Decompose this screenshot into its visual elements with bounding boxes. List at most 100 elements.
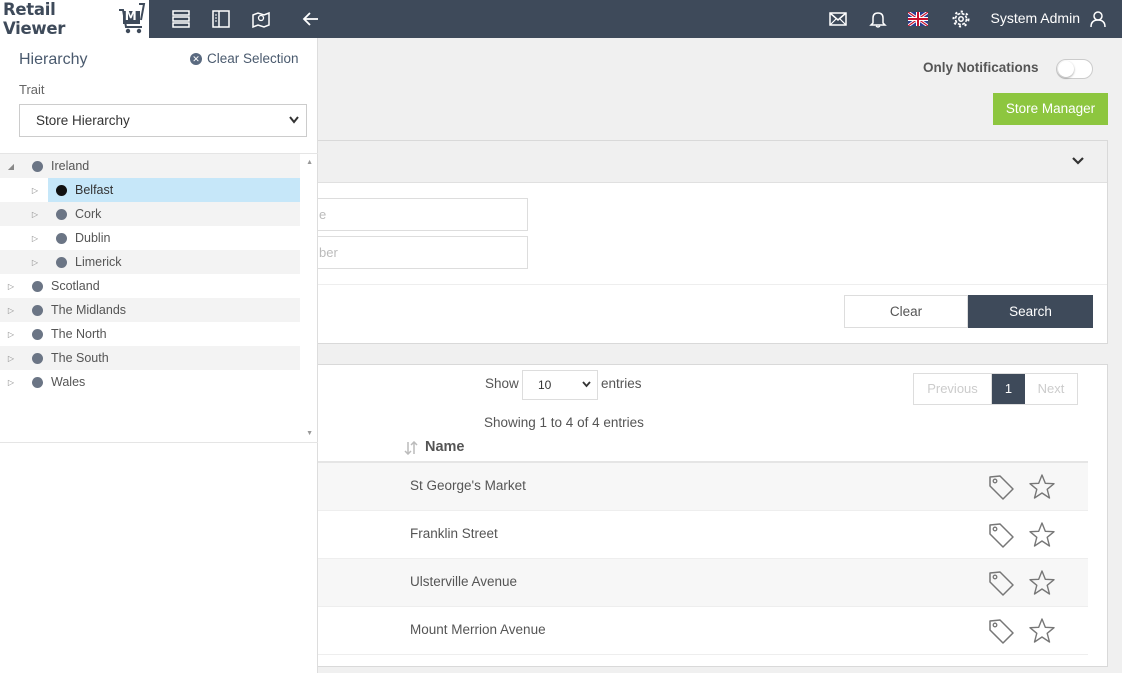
star-icon[interactable] — [1028, 617, 1056, 648]
sidebar-icon[interactable] — [211, 9, 231, 29]
trait-select[interactable]: Store Hierarchy — [19, 104, 307, 137]
table-row[interactable]: Franklin Street — [301, 511, 1088, 559]
page-size-select[interactable]: 10 — [522, 370, 598, 400]
only-notifications-label: Only Notifications — [923, 60, 1039, 75]
tree-node-limerick[interactable]: ▷ Limerick — [0, 250, 300, 274]
chevron-down-icon — [288, 105, 300, 148]
chevron-down-icon[interactable] — [1071, 154, 1085, 171]
sort-icon[interactable] — [404, 440, 418, 458]
tree-node-label: Scotland — [51, 279, 100, 293]
table-row[interactable]: Ulsterville Avenue — [301, 559, 1088, 607]
expand-arrow-icon[interactable]: ▷ — [6, 306, 16, 315]
tree-node-label: The North — [51, 327, 107, 341]
node-dot-icon — [32, 376, 43, 388]
star-icon[interactable] — [1028, 521, 1056, 552]
expand-arrow-icon[interactable]: ▷ — [30, 258, 40, 267]
tree-node-belfast[interactable]: ▷ Belfast — [0, 178, 300, 202]
expand-arrow-icon[interactable]: ▷ — [6, 330, 16, 339]
expand-arrow-icon[interactable]: ▷ — [6, 354, 16, 363]
page-1-button[interactable]: 1 — [992, 374, 1025, 404]
previous-page-button[interactable]: Previous — [914, 374, 992, 404]
tree-node-scotland[interactable]: ▷ Scotland — [0, 274, 300, 298]
store-manager-button[interactable]: Store Manager — [993, 93, 1108, 125]
map-icon[interactable] — [251, 9, 271, 29]
table-header: Name — [301, 433, 1088, 463]
table-row[interactable]: St George's Market — [301, 463, 1088, 511]
node-dot-icon — [32, 352, 43, 364]
clear-button[interactable]: Clear — [844, 295, 968, 328]
top-bar: Retail Viewer M System Admin — [0, 0, 1122, 38]
tree-node-the-south[interactable]: ▷ The South — [0, 346, 300, 370]
node-dot-icon — [56, 256, 67, 268]
node-dot-icon — [32, 304, 43, 316]
search-field-number[interactable]: ber — [301, 236, 528, 269]
expand-arrow-icon[interactable]: ▷ — [6, 378, 16, 387]
star-icon[interactable] — [1028, 473, 1056, 504]
toggle-knob — [1058, 61, 1074, 77]
clear-selection-button[interactable]: ✕ Clear Selection — [190, 51, 299, 66]
node-dot-icon — [56, 184, 67, 196]
divider — [301, 284, 1107, 285]
tree-node-label: The Midlands — [51, 303, 127, 317]
expand-arrow-icon[interactable]: ▷ — [30, 186, 40, 195]
tree-node-dublin[interactable]: ▷ Dublin — [0, 226, 300, 250]
clear-selection-label: Clear Selection — [207, 51, 299, 66]
scroll-down-icon[interactable]: ▼ — [306, 430, 313, 437]
chevron-down-icon — [581, 371, 592, 410]
store-name[interactable]: St George's Market — [410, 478, 526, 493]
pagination: Previous 1 Next — [913, 373, 1078, 405]
tree-node-the-midlands[interactable]: ▷ The Midlands — [0, 298, 300, 322]
app-logo[interactable]: Retail Viewer M — [0, 0, 149, 38]
page-size-value: 10 — [538, 378, 552, 392]
scroll-up-icon[interactable]: ▲ — [306, 159, 313, 166]
show-label: Show — [485, 376, 519, 391]
next-page-button[interactable]: Next — [1025, 374, 1077, 404]
hierarchy-title: Hierarchy — [19, 51, 88, 68]
uk-flag-icon[interactable] — [908, 9, 928, 29]
gear-icon[interactable] — [951, 9, 971, 29]
store-name[interactable]: Franklin Street — [410, 526, 498, 541]
expand-arrow-icon[interactable]: ▷ — [30, 210, 40, 219]
back-arrow-icon[interactable] — [301, 9, 321, 29]
search-field-name[interactable]: e — [301, 198, 528, 231]
tree-node-the-north[interactable]: ▷ The North — [0, 322, 300, 346]
node-dot-icon — [32, 160, 43, 172]
expand-arrow-icon[interactable]: ▷ — [6, 282, 16, 291]
tag-icon[interactable] — [988, 474, 1015, 504]
mail-icon[interactable] — [828, 9, 848, 29]
tag-icon[interactable] — [988, 618, 1015, 648]
results-panel: Show 10 entries Showing 1 to 4 of 4 entr… — [300, 364, 1108, 667]
tree-node-label: Limerick — [75, 255, 122, 269]
showing-info: Showing 1 to 4 of 4 entries — [484, 415, 644, 430]
entries-label: entries — [601, 376, 642, 391]
hierarchy-tree[interactable]: ◢ Ireland ▷ Belfast ▷ Cork ▷ Dublin ▷ Li… — [0, 153, 318, 443]
table-row[interactable]: Mount Merrion Avenue — [301, 607, 1088, 655]
star-icon[interactable] — [1028, 569, 1056, 600]
search-panel-header[interactable] — [301, 141, 1107, 183]
close-circle-icon: ✕ — [190, 52, 202, 65]
collapse-arrow-icon[interactable]: ◢ — [6, 162, 16, 171]
tag-icon[interactable] — [988, 570, 1015, 600]
tag-icon[interactable] — [988, 522, 1015, 552]
tree-node-ireland[interactable]: ◢ Ireland — [0, 154, 300, 178]
trait-label: Trait — [19, 82, 45, 97]
cart-logo-icon: M — [118, 3, 149, 34]
only-notifications-toggle[interactable] — [1056, 59, 1093, 79]
search-button[interactable]: Search — [968, 295, 1093, 328]
trait-select-value: Store Hierarchy — [36, 113, 130, 128]
tree-node-label: Wales — [51, 375, 86, 389]
list-icon[interactable] — [171, 9, 191, 29]
tree-node-label: Ireland — [51, 159, 90, 173]
column-header-name[interactable]: Name — [425, 439, 465, 455]
tree-node-wales[interactable]: ▷ Wales — [0, 370, 300, 394]
tree-node-cork[interactable]: ▷ Cork — [0, 202, 300, 226]
bell-icon[interactable] — [868, 9, 888, 29]
expand-arrow-icon[interactable]: ▷ — [30, 234, 40, 243]
store-name[interactable]: Mount Merrion Avenue — [410, 622, 546, 637]
node-dot-icon — [32, 328, 43, 340]
user-name[interactable]: System Admin — [991, 10, 1080, 26]
tree-node-label: Belfast — [75, 183, 114, 197]
tree-node-label: Dublin — [75, 231, 111, 245]
store-name[interactable]: Ulsterville Avenue — [410, 574, 517, 589]
user-icon[interactable] — [1088, 9, 1108, 29]
